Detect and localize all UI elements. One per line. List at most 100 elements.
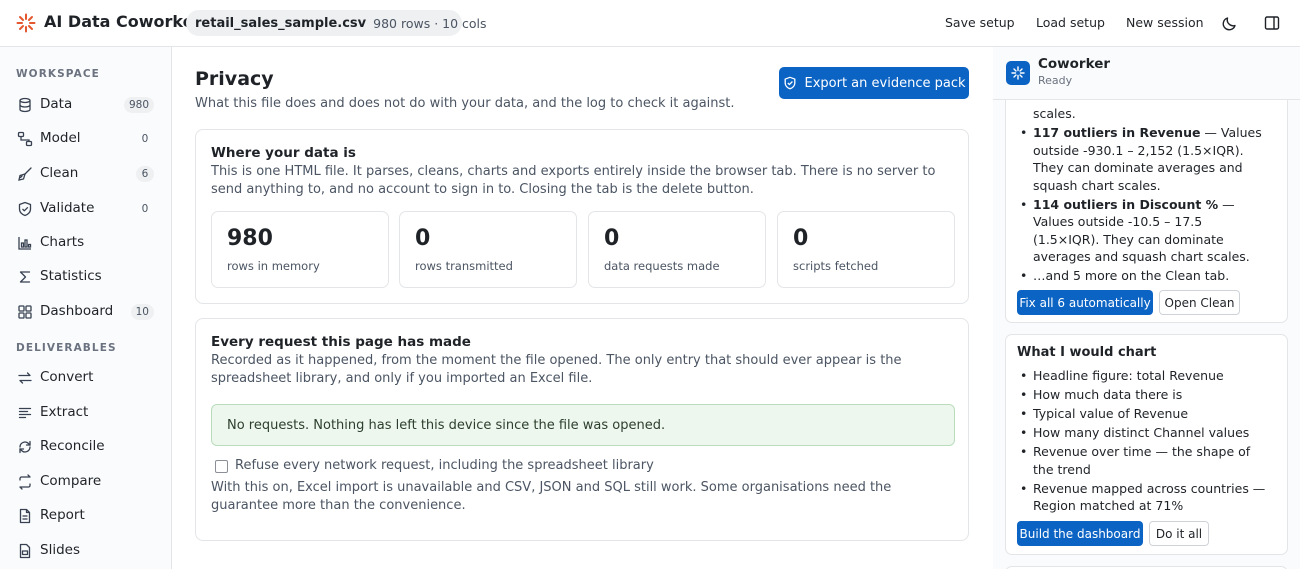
file-meta: 980 rows · 10 cols [373,15,487,31]
build-dashboard-button[interactable]: Build the dashboard [1017,521,1143,546]
card-title: What I would chart [1017,345,1157,360]
sidebar-item-label: Reconcile [40,438,105,454]
sidebar-item-label: Model [40,130,81,146]
new-session-button[interactable]: New session [1126,15,1204,30]
suggestion-item: Revenue mapped across countries — Region… [1020,480,1270,515]
save-setup-button[interactable]: Save setup [945,15,1015,30]
load-setup-button[interactable]: Load setup [1036,15,1105,30]
coworker-title: Coworker [1038,56,1111,72]
stat-rows-transmitted: 0 rows transmitted [399,211,577,288]
top-bar: AI Data Coworker retail_sales_sample.csv… [0,0,1300,47]
chart-suggestions-card: What I would chart Headline figure: tota… [1005,334,1288,555]
refuse-network-checkbox[interactable] [215,460,228,473]
count-badge: 6 [136,166,154,182]
stat-value: 0 [793,226,809,251]
count-badge: 980 [123,97,154,113]
bar-chart-icon [18,237,32,250]
extract-lines-icon [18,407,32,419]
convert-arrows-icon [18,372,32,384]
request-log-status: No requests. Nothing has left this devic… [211,404,955,446]
suggestion-item: Revenue over time — the shape of the tre… [1020,443,1270,478]
issue-more: …and 5 more on the Clean tab. [1020,267,1270,285]
shield-check-icon [784,76,795,90]
sidebar-item-label: Statistics [40,268,102,284]
card-title: Where your data is [211,145,356,161]
sidebar-item-compare[interactable]: Compare [8,467,158,497]
count-badge: 10 [130,304,154,320]
card-description: This is one HTML file. It parses, cleans… [211,164,936,197]
stat-scripts-fetched: 0 scripts fetched [777,211,955,288]
card-description: Recorded as it happened, from the moment… [211,353,902,386]
sidebar-item-clean[interactable]: Clean 6 [8,159,158,189]
suggestion-item: How much data there is [1020,386,1270,404]
count-badge: 0 [141,203,149,215]
moon-icon[interactable] [1221,14,1239,32]
export-button-label: Export an evidence pack [804,75,966,91]
sidebar-item-dashboard[interactable]: Dashboard 10 [8,297,158,327]
do-it-all-button[interactable]: Do it all [1149,521,1209,546]
file-name: retail_sales_sample.csv [195,15,367,31]
stat-data-requests: 0 data requests made [588,211,766,288]
stat-label: rows transmitted [415,259,513,273]
issue-item: 117 outliers in Revenue — Values outside… [1020,124,1270,194]
main-content: Privacy What this file does and does not… [172,47,993,569]
open-clean-button[interactable]: Open Clean [1159,290,1240,315]
coworker-logo [1006,61,1030,85]
refuse-network-label[interactable]: Refuse every network request, including … [235,458,654,473]
broom-icon [18,167,32,181]
app-title: AI Data Coworker [44,12,202,31]
sidebar-item-slides[interactable]: Slides [8,536,158,566]
issues-card: scales. 117 outliers in Revenue — Values… [1005,67,1288,323]
deliverables-section-label: DELIVERABLES [16,342,117,354]
issue-item: 114 outliers in Discount % — Values outs… [1020,196,1270,266]
issue-continuation: scales. [1033,106,1076,121]
issues-list: scales. 117 outliers in Revenue — Values… [1020,105,1270,286]
sidebar-item-report[interactable]: Report [8,501,158,531]
page-subtitle: What this file does and does not do with… [195,96,735,111]
sidebar-item-label: Compare [40,473,102,489]
panel-toggle-icon[interactable] [1263,14,1281,32]
sidebar-item-label: Extract [40,404,89,420]
page-title: Privacy [195,68,274,90]
sidebar-item-label: Slides [40,542,80,558]
sidebar-item-statistics[interactable]: Statistics [8,262,158,292]
sidebar-item-model[interactable]: Model 0 [8,124,158,154]
dashboard-grid-icon [18,305,32,319]
suggestion-item: How many distinct Channel values [1020,424,1270,442]
stat-value: 0 [604,226,620,251]
requests-card: Every request this page has made Recorde… [195,318,969,541]
where-data-card: Where your data is This is one HTML file… [195,129,969,304]
coworker-status: Ready [1038,74,1073,87]
document-icon [19,508,31,524]
export-evidence-pack-button[interactable]: Export an evidence pack [779,67,969,99]
refuse-network-note: With this on, Excel import is unavailabl… [211,480,892,513]
database-icon [19,97,31,113]
sidebar: WORKSPACE Data 980 Model 0 Clean 6 Valid… [0,47,172,569]
sidebar-item-data[interactable]: Data 980 [8,90,158,120]
stat-label: rows in memory [227,259,320,273]
stat-rows-in-memory: 980 rows in memory [211,211,389,288]
suggestion-item: Typical value of Revenue [1020,405,1270,423]
sidebar-item-extract[interactable]: Extract [8,398,158,428]
issue-title: 114 outliers in Discount % [1033,196,1219,212]
compare-arrows-icon [19,474,31,490]
stat-label: scripts fetched [793,259,879,273]
stat-value: 980 [227,226,273,251]
sparkle-icon [1011,66,1025,80]
count-badge: 0 [141,133,149,145]
sigma-icon [19,271,31,283]
sidebar-item-charts[interactable]: Charts [8,228,158,258]
sidebar-item-reconcile[interactable]: Reconcile [8,432,158,462]
slides-icon [19,543,31,559]
sidebar-item-label: Convert [40,369,94,385]
sidebar-item-validate[interactable]: Validate 0 [8,194,158,224]
sidebar-item-convert[interactable]: Convert [8,363,158,393]
sidebar-item-label: Clean [40,165,79,181]
sidebar-item-label: Validate [40,200,95,216]
stat-value: 0 [415,226,431,251]
sidebar-item-label: Report [40,507,85,523]
file-chip: retail_sales_sample.csv 980 rows · 10 co… [186,10,487,36]
app-logo-icon [16,13,36,33]
stat-label: data requests made [604,259,720,273]
fix-all-button[interactable]: Fix all 6 automatically [1017,290,1153,315]
